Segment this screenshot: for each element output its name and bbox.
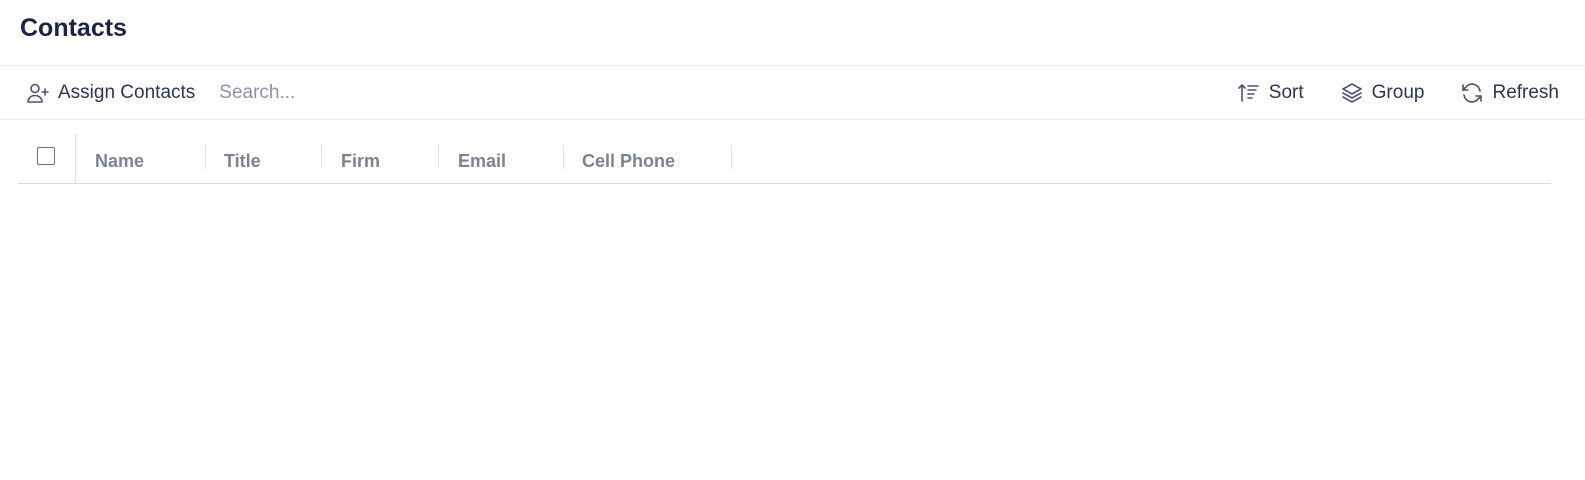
column-divider[interactable] [731, 145, 732, 169]
contacts-page: Contacts Assign Contacts Sort [0, 0, 1585, 480]
column-header-email[interactable]: Email [439, 134, 564, 183]
sort-ascending-icon [1237, 83, 1259, 102]
sort-label: Sort [1268, 81, 1304, 103]
column-header-cell-phone[interactable]: Cell Phone [564, 134, 732, 183]
column-header-firm[interactable]: Firm [322, 134, 439, 183]
assign-contacts-label: Assign Contacts [58, 81, 196, 103]
user-plus-icon [27, 83, 49, 103]
column-header-label: Email [458, 151, 507, 171]
sort-button[interactable]: Sort [1237, 81, 1304, 105]
column-header-label: Firm [341, 151, 381, 171]
assign-contacts-button[interactable]: Assign Contacts [26, 81, 195, 105]
select-all-checkbox[interactable] [36, 146, 55, 165]
column-header-label: Cell Phone [582, 151, 676, 171]
toolbar: Assign Contacts Sort Group [0, 66, 1585, 120]
page-title: Contacts [20, 14, 127, 42]
column-header-label: Title [224, 151, 261, 171]
toolbar-actions: Sort Group Refresh [1237, 81, 1559, 105]
group-label: Group [1371, 81, 1425, 103]
layers-icon [1341, 82, 1362, 103]
group-button[interactable]: Group [1340, 81, 1425, 105]
column-header-name[interactable]: Name [76, 134, 206, 183]
refresh-label: Refresh [1492, 81, 1559, 103]
refresh-button[interactable]: Refresh [1460, 81, 1559, 105]
column-header-label: Name [95, 151, 145, 171]
column-header-title[interactable]: Title [206, 134, 322, 183]
select-all-cell [18, 134, 76, 183]
refresh-icon [1462, 82, 1483, 103]
search-input[interactable] [217, 80, 522, 105]
contacts-grid-header: Name Title Firm Email Cell Phone [18, 134, 1551, 184]
page-header: Contacts [0, 0, 1585, 66]
